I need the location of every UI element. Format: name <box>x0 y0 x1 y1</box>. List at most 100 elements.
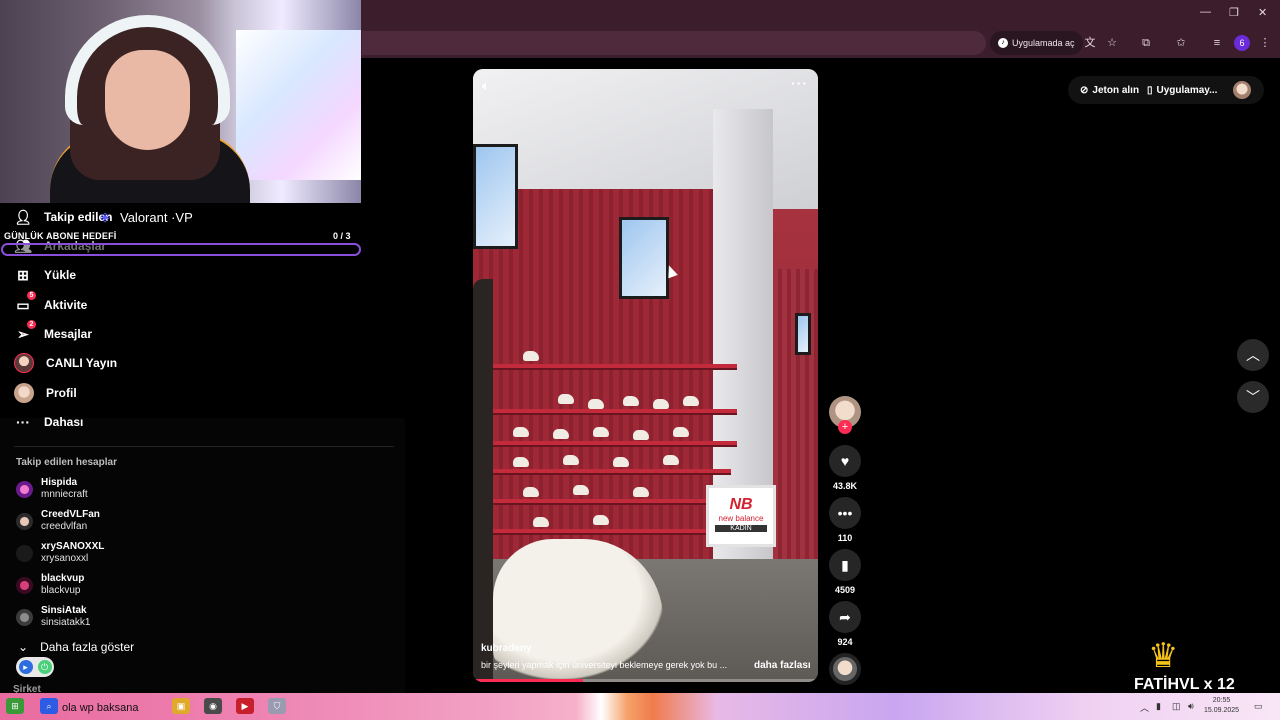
translate-icon[interactable]: 文 <box>1081 34 1099 52</box>
sidebar-item-label: Profil <box>46 386 77 400</box>
speaker-icon[interactable]: 🔊︎ <box>1188 701 1194 712</box>
bottom-toggle[interactable]: ▸ ⏻ <box>16 657 54 677</box>
more-dots-icon: ··· <box>16 414 30 430</box>
share-button[interactable]: ➦ 924 <box>829 601 861 647</box>
sidebar-item-upload[interactable]: ⊞ Yükle <box>14 265 76 285</box>
music-disc-avatar[interactable] <box>829 653 861 685</box>
video-progress-bar[interactable] <box>473 679 818 682</box>
get-app-label: Uygulamay... <box>1156 84 1218 96</box>
store-screen <box>619 217 669 299</box>
sidebar-item-label: Dahası <box>44 415 84 429</box>
favorites-icon[interactable]: ✩ <box>1172 34 1190 52</box>
sidebar-item-live[interactable]: CANLI Yayın <box>14 353 117 373</box>
following-account[interactable]: Hispida mnniecraft <box>16 477 88 501</box>
sub-goal-bar <box>1 243 361 256</box>
battery-icon: ▮ <box>1156 701 1161 711</box>
chrome-icon[interactable]: ◉ <box>204 698 222 714</box>
account-avatar <box>16 480 33 498</box>
account-name: Hispida <box>41 477 78 488</box>
game-label-text: Valorant ·VP <box>120 209 193 225</box>
account-avatar <box>16 512 33 530</box>
video-options-icon[interactable]: ··· <box>791 75 808 91</box>
tiktok-icon: ♪ <box>998 38 1008 48</box>
store-screen <box>473 144 518 249</box>
clock-date: 15.09.2025 <box>1204 707 1240 714</box>
tray-chevron-icon[interactable]: ︿ <box>1140 701 1149 714</box>
media-control-icon[interactable]: ≡ <box>1208 34 1226 52</box>
account-handle: blackvup <box>41 585 81 596</box>
sneaker-foreground <box>493 539 663 679</box>
account-name: xrySANOXXL <box>41 541 105 552</box>
caption-more-link[interactable]: daha fazlası <box>754 660 811 671</box>
following-account[interactable]: xrySANOXXL xrysanoxxl <box>16 541 104 565</box>
comment-count: 110 <box>837 533 853 543</box>
following-accounts-title: Takip edilen hesaplar <box>16 457 117 468</box>
sub-goal-count: 0 / 3 <box>333 231 351 241</box>
game-label: ◈ Valorant ·VP <box>100 209 193 225</box>
person-left <box>473 279 493 679</box>
sidebar-item-profile[interactable]: Profil <box>14 383 77 403</box>
get-app-button[interactable]: ▯ Uygulamay... <box>1147 77 1217 103</box>
send-icon: ➢ 2 <box>14 320 36 343</box>
profile-avatar <box>14 383 34 403</box>
account-avatar <box>16 544 33 562</box>
app-icon[interactable]: ▶ <box>236 698 254 714</box>
account-avatar <box>16 576 33 594</box>
start-icon[interactable]: ⊞ <box>6 698 24 714</box>
bookmark-icon: ▮ <box>829 549 861 581</box>
notification-icon[interactable]: ▭ <box>1254 701 1263 712</box>
sidebar-divider <box>14 446 394 447</box>
minimize-icon[interactable]: — <box>1200 6 1211 18</box>
crown-icon: ♛ <box>1148 637 1179 675</box>
show-more-label: Daha fazla göster <box>40 640 135 654</box>
shield-icon[interactable]: ⛉ <box>268 698 286 714</box>
network-icon: ◫ <box>1172 701 1181 711</box>
folder-icon[interactable]: ▣ <box>172 698 190 714</box>
following-account[interactable]: SinsiAtak sinsiatakk1 <box>16 605 90 629</box>
volume-icon[interactable]: 🔈︎ <box>482 78 490 94</box>
webcam-overlay <box>0 0 361 203</box>
video-author[interactable]: kubradeny <box>481 643 532 654</box>
sidebar-item-label: Mesajlar <box>44 327 93 341</box>
sidebar-item-messages[interactable]: ➢ 2 Mesajlar <box>14 320 93 344</box>
share-count: 924 <box>837 637 853 647</box>
account-name: CreedVLFan <box>41 509 100 520</box>
save-button[interactable]: ▮ 4509 <box>829 549 861 595</box>
get-coins-button[interactable]: ⊘ Jeton alın <box>1080 77 1139 103</box>
account-name: SinsiAtak <box>41 605 87 616</box>
next-video-button[interactable]: ﹀ <box>1237 381 1269 413</box>
follow-plus-button[interactable]: + <box>838 420 852 434</box>
taskbar-ticker: ola wp baksana <box>62 702 139 714</box>
user-avatar[interactable] <box>1233 81 1251 99</box>
sidebar-item-more[interactable]: ··· Dahası <box>14 412 83 432</box>
streamer-figure <box>40 10 250 203</box>
search-icon[interactable]: ⌕ <box>40 698 58 714</box>
restore-icon[interactable]: ❐ <box>1229 6 1239 19</box>
account-handle: sinsiatakk1 <box>41 617 91 628</box>
like-button[interactable]: ♥ 43.8K <box>829 445 861 491</box>
taskbar-clock[interactable]: 20:55 15.09.2025 <box>1204 696 1239 716</box>
sidebar-item-following[interactable]: 👤︎ Takip edilen <box>14 207 112 227</box>
extensions-icon[interactable]: ⧉ <box>1137 34 1155 52</box>
show-more-button[interactable]: ⌄ Daha fazla göster <box>18 640 134 654</box>
open-in-app-button[interactable]: ♪ Uygulamada aç <box>990 31 1083 55</box>
close-icon[interactable]: ✕ <box>1258 6 1267 19</box>
nb-brand-text: new balance <box>718 514 764 523</box>
address-bar[interactable] <box>362 31 986 55</box>
following-account[interactable]: CreedVLFan creedvlfan <box>16 509 100 533</box>
following-account[interactable]: blackvup blackvup <box>16 573 84 597</box>
screen: — ❐ ✕ ♪ Uygulamada aç 文 ☆ ⧉ ✩ ≡ 6 ⋮ 👤︎ T… <box>0 0 1280 720</box>
comment-button[interactable]: ••• 110 <box>829 497 861 543</box>
previous-video-button[interactable]: ︿ <box>1237 339 1269 371</box>
sidebar-item-activity[interactable]: ▭ 5 Aktivite <box>14 291 87 315</box>
phone-icon: ▯ <box>1147 84 1153 96</box>
chevron-down-icon: ⌄ <box>18 640 29 654</box>
video-progress-fill <box>473 679 584 682</box>
new-balance-sign: NB new balance KADIN <box>706 485 776 547</box>
account-handle: mnniecraft <box>41 489 88 500</box>
open-in-app-label: Uygulamada aç <box>1012 38 1075 48</box>
bookmark-star-icon[interactable]: ☆ <box>1103 34 1121 52</box>
browser-menu-icon[interactable]: ⋮ <box>1256 34 1274 52</box>
video-player[interactable]: NB new balance KADIN 🔈︎ ··· kubradeny bi… <box>473 69 818 682</box>
browser-profile-avatar[interactable]: 6 <box>1234 35 1250 51</box>
